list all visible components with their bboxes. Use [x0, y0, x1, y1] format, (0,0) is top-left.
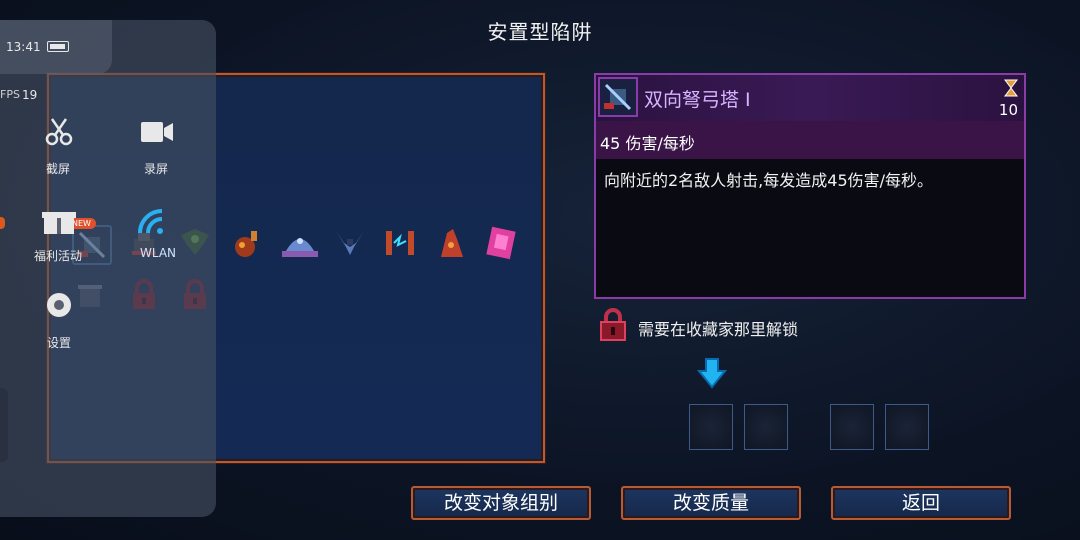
item-pink-card[interactable] [483, 225, 523, 265]
clock: 13:41 [6, 40, 41, 54]
wlan-label[interactable]: WLAN [140, 246, 176, 260]
fire-bomb-icon [235, 231, 257, 257]
welfare-label[interactable]: 福利活动 [34, 247, 82, 264]
item-info-header: 双向弩弓塔 I 10 [596, 75, 1024, 121]
ice-dome-icon [282, 238, 318, 257]
video-camera-icon[interactable] [140, 120, 174, 144]
flame-totem-icon [441, 229, 463, 257]
settings-gear-icon[interactable] [44, 290, 74, 320]
fps-value: 19 [22, 88, 38, 102]
scissors-icon[interactable] [44, 117, 74, 147]
record-label[interactable]: 录屏 [144, 160, 168, 177]
wifi-icon[interactable] [132, 203, 172, 239]
screenshot-label[interactable]: 截屏 [46, 160, 70, 177]
crossbow-turret-icon [604, 83, 632, 111]
status-tab: 13:41 [0, 20, 112, 74]
settings-label[interactable]: 设置 [47, 334, 71, 351]
gift-icon[interactable] [42, 206, 76, 236]
item-timer: 10 [998, 101, 1018, 119]
quality-slot-1[interactable] [689, 404, 733, 450]
system-assistant-overlay: 13:41 FPS 19 截屏 录屏 NEW 福利活动 WLAN 设置 [0, 20, 216, 517]
quality-slot-2[interactable] [744, 404, 788, 450]
change-group-button[interactable]: 改变对象组别 [411, 486, 591, 520]
item-description: 向附近的2名敌人射击,每发造成45伤害/每秒。 [604, 171, 934, 190]
fps-label: FPS [0, 88, 20, 101]
quality-slot-3[interactable] [830, 404, 874, 450]
selected-item-icon [598, 77, 638, 117]
item-fire-bomb[interactable] [229, 225, 269, 265]
item-flame-totem[interactable] [433, 225, 473, 265]
item-info-panel: 双向弩弓塔 I 10 45 伤害/每秒 向附近的2名敌人射击,每发造成45伤害/… [594, 73, 1026, 299]
double-blade-icon [336, 231, 364, 255]
item-ice-dome[interactable] [280, 225, 320, 265]
item-lightning-trap[interactable] [382, 225, 422, 265]
item-double-blade[interactable] [332, 225, 372, 265]
padlock-icon [600, 308, 626, 341]
item-name: 双向弩弓塔 I [644, 89, 751, 111]
unlock-hint-text: 需要在收藏家那里解锁 [638, 320, 799, 339]
unlock-hint: 需要在收藏家那里解锁 [598, 308, 798, 342]
quality-slot-4[interactable] [885, 404, 929, 450]
lightning-trap-icon [386, 231, 414, 255]
pink-card-icon [486, 226, 516, 260]
battery-icon [47, 41, 69, 52]
item-dps-row: 45 伤害/每秒 [596, 121, 1024, 159]
notification-dot [0, 217, 5, 229]
change-quality-button[interactable]: 改变质量 [621, 486, 801, 520]
back-button[interactable]: 返回 [831, 486, 1011, 520]
down-arrow-icon [697, 358, 727, 389]
overlay-side-handle[interactable] [0, 388, 8, 462]
hourglass-icon [1004, 79, 1018, 97]
item-dps: 45 伤害/每秒 [600, 134, 695, 153]
